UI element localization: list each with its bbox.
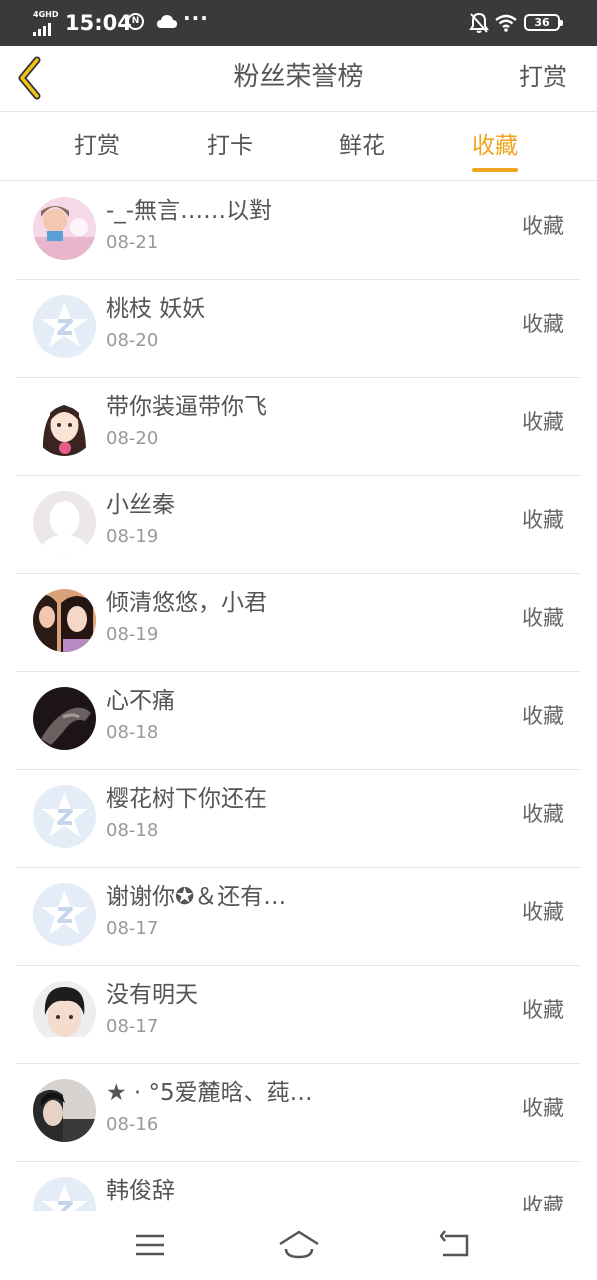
wifi-icon [495, 14, 517, 36]
action-label: 收藏 [522, 1096, 564, 1120]
bell-muted-icon [469, 12, 489, 38]
action-label: 收藏 [522, 214, 564, 238]
avatar [33, 981, 96, 1044]
more-status-icon: ··· [183, 6, 209, 30]
default-avatar-icon [33, 785, 96, 848]
tab-label: 打卡 [207, 133, 253, 159]
return-icon [439, 1230, 469, 1257]
date: 08-21 [106, 232, 159, 253]
tab-flowers[interactable]: 鲜花 [339, 130, 385, 162]
tab-checkin[interactable]: 打卡 [207, 130, 253, 162]
page-title: 粉丝荣誉榜 [233, 62, 364, 92]
avatar [33, 589, 96, 652]
list-item[interactable]: 桃枝 妖妖 08-20 收藏 [16, 279, 580, 378]
back-nav-button[interactable] [433, 1227, 477, 1263]
default-avatar-icon [33, 295, 96, 358]
action-label: 收藏 [522, 410, 564, 434]
system-nav-bar [0, 1211, 597, 1280]
list-item[interactable]: 心不痛 08-18 收藏 [16, 671, 580, 770]
date: 08-16 [106, 1114, 159, 1135]
list-item[interactable]: ★ · °5爱麓晗、莼… 08-16 收藏 [16, 1063, 580, 1162]
fan-list: -_-無言……以對 08-21 收藏 桃枝 妖妖 08-20 收藏 带你装逼带你… [0, 181, 597, 1211]
list-item[interactable]: 谢谢你✪＆还有… 08-17 收藏 [16, 867, 580, 966]
avatar [33, 393, 96, 456]
top-app-bar: 粉丝荣誉榜 打赏 [0, 46, 597, 112]
list-item[interactable]: 小丝秦 08-19 收藏 [16, 475, 580, 574]
user-name: 桃枝 妖妖 [106, 296, 206, 322]
user-name: 韩俊辞 [106, 1178, 175, 1204]
status-time: 15:04 [65, 11, 132, 35]
action-label: 收藏 [522, 312, 564, 336]
date: 08-18 [106, 820, 159, 841]
signal-icon: 4GHD [33, 10, 61, 36]
avatar [33, 687, 96, 750]
network-label: 4GHD [33, 10, 59, 19]
user-name: -_-無言……以對 [106, 198, 273, 224]
tab-label: 收藏 [472, 133, 518, 159]
default-silhouette-icon [33, 491, 96, 554]
date: 08-17 [106, 918, 159, 939]
status-bar: 4GHD 15:04 N ··· 36 [0, 0, 597, 46]
back-button[interactable] [10, 52, 54, 104]
action-label: 收藏 [522, 606, 564, 630]
chevron-left-icon [18, 56, 41, 100]
menu-icon [136, 1234, 164, 1256]
list-item[interactable]: 没有明天 08-17 收藏 [16, 965, 580, 1064]
battery-icon: 36 [524, 14, 563, 31]
tab-collect[interactable]: 收藏 [472, 130, 518, 172]
list-item[interactable]: -_-無言……以對 08-21 收藏 [16, 181, 580, 280]
tab-reward[interactable]: 打赏 [74, 130, 120, 162]
notification-app-icon: N [127, 13, 144, 30]
user-name: 倾清悠悠，小君 [106, 590, 267, 616]
date: 08-20 [106, 428, 159, 449]
user-name: 谢谢你✪＆还有… [106, 884, 287, 910]
action-label: 收藏 [522, 802, 564, 826]
action-label: 收藏 [522, 1194, 564, 1211]
tab-label: 打赏 [74, 133, 120, 159]
tab-label: 鲜花 [339, 133, 385, 159]
reward-button[interactable]: 打赏 [519, 60, 567, 94]
list-item[interactable]: 樱花树下你还在 08-18 收藏 [16, 769, 580, 868]
user-name: 樱花树下你还在 [106, 786, 267, 812]
tab-active-indicator [472, 168, 518, 172]
user-name: 带你装逼带你飞 [106, 394, 267, 420]
action-label: 收藏 [522, 704, 564, 728]
avatar [33, 197, 96, 260]
list-item[interactable]: 韩俊辞 收藏 [16, 1161, 580, 1211]
user-name: 小丝秦 [106, 492, 175, 518]
action-label: 收藏 [522, 998, 564, 1022]
date: 08-19 [106, 624, 159, 645]
menu-button[interactable] [128, 1227, 172, 1263]
user-name: 没有明天 [106, 982, 198, 1008]
home-button[interactable] [277, 1227, 321, 1263]
default-avatar-icon [33, 883, 96, 946]
avatar [33, 1079, 96, 1142]
user-name: 心不痛 [106, 688, 175, 714]
default-avatar-icon [33, 1177, 96, 1211]
date: 08-19 [106, 526, 159, 547]
date: 08-20 [106, 330, 159, 351]
date: 08-17 [106, 1016, 159, 1037]
user-name: ★ · °5爱麓晗、莼… [106, 1080, 313, 1106]
tab-bar: 打赏 打卡 鲜花 收藏 [0, 112, 597, 181]
cloud-icon [156, 12, 178, 34]
list-item[interactable]: 倾清悠悠，小君 08-19 收藏 [16, 573, 580, 672]
action-label: 收藏 [522, 900, 564, 924]
list-item[interactable]: 带你装逼带你飞 08-20 收藏 [16, 377, 580, 476]
date: 08-18 [106, 722, 159, 743]
action-label: 收藏 [522, 508, 564, 532]
home-icon [279, 1230, 319, 1259]
